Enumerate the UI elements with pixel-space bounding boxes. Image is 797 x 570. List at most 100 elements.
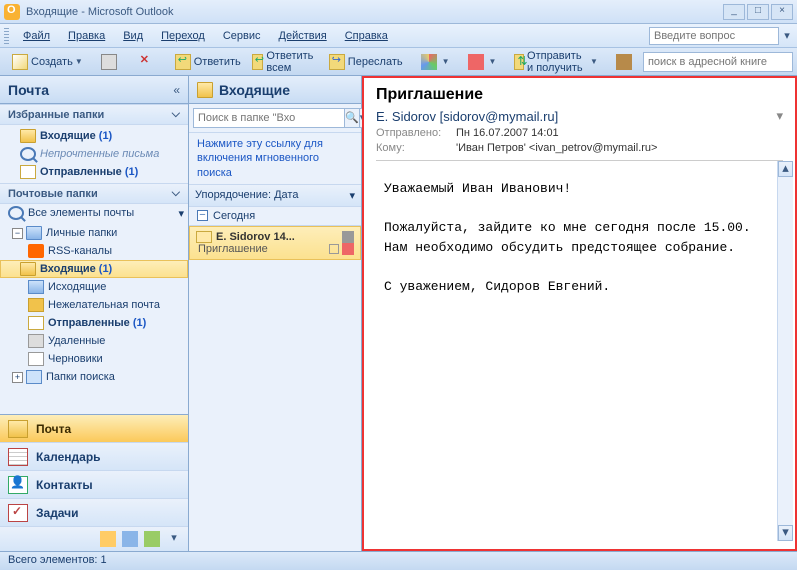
scroll-up-button[interactable]: ▴ bbox=[778, 161, 793, 177]
delete-button[interactable] bbox=[133, 51, 162, 73]
help-question-input[interactable] bbox=[649, 27, 779, 45]
to-label: Кому: bbox=[376, 142, 456, 154]
menu-go[interactable]: Переход bbox=[153, 27, 213, 45]
search-button[interactable]: 🔍 bbox=[345, 108, 360, 128]
followup-button[interactable]: ▼ bbox=[463, 51, 502, 73]
tree-item[interactable]: Черновики bbox=[0, 350, 188, 368]
sender-dropdown-icon[interactable]: ▾ bbox=[776, 108, 783, 124]
print-button[interactable] bbox=[96, 51, 125, 73]
folder-list-icon[interactable] bbox=[122, 531, 138, 547]
menu-help[interactable]: Справка bbox=[337, 27, 396, 45]
collapse-icon[interactable]: − bbox=[197, 210, 208, 221]
sort-bar[interactable]: Упорядочение: Дата ▾ bbox=[189, 185, 361, 207]
tree-item[interactable]: Нежелательная почта bbox=[0, 296, 188, 314]
flag-icon[interactable] bbox=[342, 231, 354, 243]
forward-button[interactable]: Переслать bbox=[324, 51, 408, 73]
message-list-pane: Входящие 🔍 ▾ Нажмите эту ссылку для вклю… bbox=[189, 76, 362, 551]
favorites-header[interactable]: Избранные папки ⌵ bbox=[0, 104, 188, 125]
category-icon[interactable] bbox=[329, 244, 339, 254]
tree-search-folders[interactable]: + Папки поиска bbox=[0, 368, 188, 386]
mail-folders-header[interactable]: Почтовые папки ⌵ bbox=[0, 183, 188, 204]
message-body: Уважаемый Иван Иванович! Пожалуйста, зай… bbox=[376, 161, 783, 541]
tree-item[interactable]: Входящие(1) bbox=[0, 260, 188, 278]
contacts-icon bbox=[8, 476, 28, 494]
sort-dropdown-icon[interactable]: ▾ bbox=[349, 189, 355, 202]
menu-bar: Файл Правка Вид Переход Сервис Действия … bbox=[0, 24, 797, 48]
inbox-header: Входящие bbox=[189, 76, 361, 104]
collapse-button[interactable]: « bbox=[173, 83, 180, 97]
followup-flag-icon[interactable] bbox=[342, 243, 354, 255]
all-mail-items[interactable]: Все элементы почты ▾ bbox=[0, 204, 188, 222]
collapse-icon[interactable]: − bbox=[12, 228, 23, 239]
tasks-icon bbox=[8, 504, 28, 522]
new-mail-icon bbox=[12, 54, 28, 70]
folder-search-input[interactable] bbox=[193, 108, 345, 128]
expand-icon[interactable]: + bbox=[12, 372, 23, 383]
print-icon bbox=[101, 54, 117, 70]
folder-icon bbox=[20, 165, 36, 179]
menu-view[interactable]: Вид bbox=[115, 27, 151, 45]
notes-icon[interactable] bbox=[100, 531, 116, 547]
instant-search-hint[interactable]: Нажмите эту ссылку для включения мгновен… bbox=[189, 133, 361, 185]
folder-icon bbox=[28, 316, 44, 330]
help-dropdown-icon[interactable]: ▾ bbox=[781, 29, 793, 42]
address-book-button[interactable] bbox=[611, 51, 640, 73]
favorite-unread[interactable]: Непрочтенные письма bbox=[0, 145, 188, 163]
nav-buttons: Почта Календарь Контакты Задачи ▾ bbox=[0, 414, 188, 551]
folder-tree: − Личные папки RSS-каналыВходящие(1)Исхо… bbox=[0, 222, 188, 388]
delete-icon bbox=[138, 54, 154, 70]
chevron-icon: ⌵ bbox=[172, 108, 180, 121]
group-today[interactable]: − Сегодня bbox=[189, 207, 361, 226]
status-text: Всего элементов: 1 bbox=[8, 554, 107, 566]
tree-item[interactable]: Удаленные bbox=[0, 332, 188, 350]
nav-header: Почта « bbox=[0, 76, 188, 104]
sent-label: Отправлено: bbox=[376, 127, 456, 139]
folder-icon bbox=[20, 262, 36, 276]
reply-all-button[interactable]: Ответить всем bbox=[247, 51, 323, 73]
favorite-sent[interactable]: Отправленные (1) bbox=[0, 163, 188, 181]
menu-edit[interactable]: Правка bbox=[60, 27, 113, 45]
nav-tasks[interactable]: Задачи bbox=[0, 499, 188, 527]
tree-item[interactable]: Отправленные(1) bbox=[0, 314, 188, 332]
favorite-inbox[interactable]: Входящие (1) bbox=[0, 127, 188, 145]
outlook-icon bbox=[4, 4, 20, 20]
configure-buttons-icon[interactable]: ▾ bbox=[166, 531, 182, 547]
minimize-button[interactable]: _ bbox=[723, 4, 745, 20]
folder-icon bbox=[28, 280, 44, 294]
unread-mail-icon bbox=[196, 231, 212, 243]
menu-tools[interactable]: Сервис bbox=[215, 27, 269, 45]
status-bar: Всего элементов: 1 bbox=[0, 551, 797, 570]
address-search-input[interactable] bbox=[643, 52, 793, 72]
nav-mail[interactable]: Почта bbox=[0, 415, 188, 443]
tree-item[interactable]: RSS-каналы bbox=[0, 242, 188, 260]
send-receive-icon bbox=[514, 54, 524, 70]
maximize-button[interactable]: □ bbox=[747, 4, 769, 20]
nav-contacts[interactable]: Контакты bbox=[0, 471, 188, 499]
calendar-icon bbox=[8, 448, 28, 466]
nav-calendar[interactable]: Календарь bbox=[0, 443, 188, 471]
sent-value: Пн 16.07.2007 14:01 bbox=[456, 127, 559, 139]
message-item[interactable]: E. Sidorov 14... Приглашение bbox=[189, 226, 361, 260]
reply-button[interactable]: Ответить bbox=[170, 51, 246, 73]
folder-icon bbox=[26, 226, 42, 240]
grip-icon[interactable] bbox=[4, 28, 9, 44]
address-book-icon bbox=[616, 54, 632, 70]
create-button[interactable]: Создать ▼ bbox=[7, 51, 88, 73]
menu-file[interactable]: Файл bbox=[15, 27, 58, 45]
categorize-button[interactable]: ▼ bbox=[416, 51, 455, 73]
folder-icon bbox=[197, 82, 213, 98]
close-button[interactable]: × bbox=[771, 4, 793, 20]
send-receive-button[interactable]: Отправить и получить ▼ bbox=[509, 51, 602, 73]
flag-icon bbox=[468, 54, 484, 70]
tree-item[interactable]: Исходящие bbox=[0, 278, 188, 296]
nav-mini-buttons: ▾ bbox=[0, 527, 188, 551]
tree-personal-folders[interactable]: − Личные папки bbox=[0, 224, 188, 242]
scroll-down-button[interactable]: ▾ bbox=[778, 525, 793, 541]
forward-icon bbox=[329, 54, 345, 70]
window-title: Входящие - Microsoft Outlook bbox=[26, 6, 723, 18]
shortcuts-icon[interactable] bbox=[144, 531, 160, 547]
menu-actions[interactable]: Действия bbox=[271, 27, 335, 45]
scrollbar[interactable]: ▴ ▾ bbox=[777, 161, 793, 541]
folder-search: 🔍 ▾ bbox=[189, 104, 361, 133]
main-area: Почта « Избранные папки ⌵ Входящие (1) Н… bbox=[0, 76, 797, 551]
